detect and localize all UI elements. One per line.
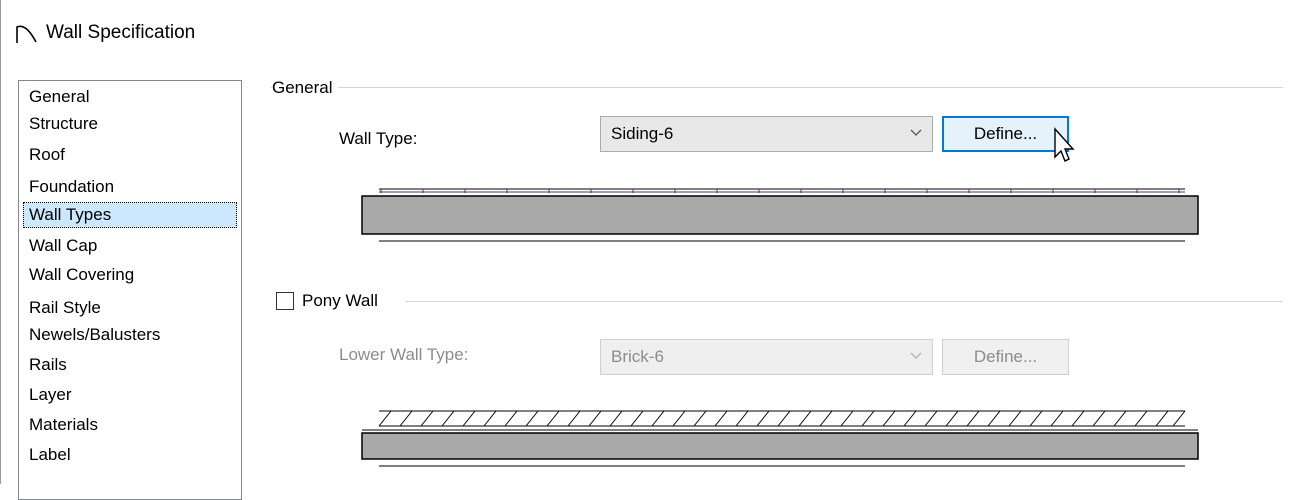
nav-item-rails[interactable]: Rails <box>24 352 72 378</box>
nav-item-layer[interactable]: Layer <box>24 382 77 408</box>
category-list[interactable]: General Structure Roof Foundation Wall T… <box>18 80 242 500</box>
title-bar: Wall Specification <box>1 0 1297 60</box>
wall-type-value: Siding-6 <box>611 124 674 143</box>
mouse-pointer-icon <box>1039 127 1079 177</box>
lower-wall-type-value: Brick-6 <box>611 347 664 366</box>
nav-item-rail-style[interactable]: Rail Style <box>24 295 106 321</box>
pony-wall-checkbox[interactable] <box>276 292 294 310</box>
lower-wall-type-preview <box>361 408 1201 468</box>
nav-item-roof[interactable]: Roof <box>24 142 70 168</box>
nav-item-wall-cap[interactable]: Wall Cap <box>24 233 102 259</box>
chevron-down-icon <box>908 347 924 363</box>
wall-type-select[interactable]: Siding-6 <box>600 116 933 152</box>
nav-item-structure[interactable]: Structure <box>24 111 103 137</box>
pony-wall-group-divider <box>405 301 1283 302</box>
chevron-down-icon <box>908 124 924 140</box>
brick-hatch-marks <box>378 410 1186 427</box>
wall-specification-dialog: Wall Specification General Structure Roo… <box>0 0 1297 500</box>
general-group-divider <box>271 87 1283 88</box>
define-lower-wall-type-button[interactable]: Define... <box>942 339 1069 375</box>
lower-wall-type-label: Lower Wall Type: <box>339 345 469 364</box>
nav-item-label[interactable]: Label <box>24 442 76 468</box>
lower-wall-type-select[interactable]: Brick-6 <box>600 339 933 375</box>
nav-item-wall-types[interactable]: Wall Types <box>23 202 237 228</box>
nav-item-wall-covering[interactable]: Wall Covering <box>24 262 139 288</box>
nav-item-materials[interactable]: Materials <box>24 412 103 438</box>
nav-item-newels-balusters[interactable]: Newels/Balusters <box>24 322 165 348</box>
pony-wall-label: Pony Wall <box>302 291 378 310</box>
roof-arc-icon <box>14 22 40 44</box>
window-title: Wall Specification <box>46 22 196 43</box>
wall-type-preview <box>361 185 1201 245</box>
wall-type-label: Wall Type: <box>339 129 418 148</box>
nav-item-foundation[interactable]: Foundation <box>24 174 119 200</box>
general-group-label: General <box>272 78 339 98</box>
nav-item-general[interactable]: General <box>24 84 94 110</box>
